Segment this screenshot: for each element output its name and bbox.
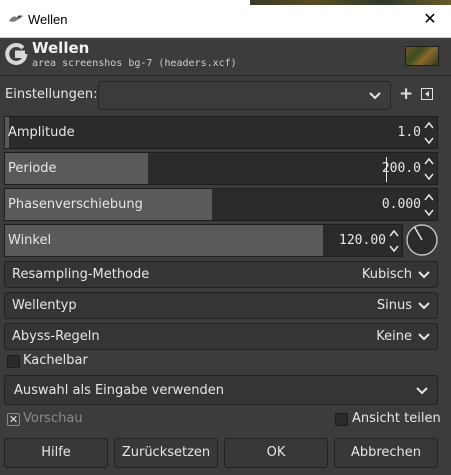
- resampling-method-label: Resampling-Methode: [12, 267, 150, 282]
- phase-shift-label: Phasenverschiebung: [8, 197, 143, 212]
- angle-fill: [5, 225, 323, 256]
- abyss-policy-label: Abyss-Regeln: [12, 329, 100, 344]
- plugin-subtitle: area screenshos bg-7 (headers.xcf): [32, 58, 237, 69]
- resampling-method-combo[interactable]: Resampling-Methode Kubisch: [4, 261, 438, 288]
- amplitude-value[interactable]: 1.0: [398, 125, 421, 140]
- image-thumbnail: [405, 46, 439, 66]
- phase-shift-spinscale[interactable]: Phasenverschiebung 0.000: [4, 188, 438, 221]
- period-value[interactable]: 200.0: [382, 161, 421, 176]
- wave-type-label: Wellentyp: [12, 298, 77, 313]
- wave-type-value: Sinus: [376, 298, 412, 313]
- gimp-wilber-icon: [9, 15, 23, 22]
- phase-shift-value[interactable]: 0.000: [382, 197, 421, 212]
- presets-label: Einstellungen:: [5, 87, 98, 102]
- presets-combo[interactable]: [98, 81, 391, 110]
- plus-icon[interactable]: +: [399, 86, 413, 103]
- window-titlebar: Wellen ✕: [0, 0, 451, 38]
- resampling-method-value: Kubisch: [361, 267, 412, 282]
- preview-checkbox[interactable]: ✕: [7, 413, 20, 426]
- abyss-policy-value: Keine: [376, 329, 412, 344]
- tileable-checkbox[interactable]: [7, 355, 20, 368]
- period-label: Periode: [8, 161, 57, 176]
- abyss-policy-combo[interactable]: Abyss-Regeln Keine: [4, 323, 438, 350]
- cancel-button[interactable]: Abbrechen: [334, 438, 438, 468]
- chevron-down-icon: [416, 387, 428, 395]
- header-separator: [0, 75, 451, 76]
- split-view-label: Ansicht teilen: [352, 411, 441, 426]
- period-spinscale[interactable]: Periode 200.0: [4, 152, 438, 185]
- window-title: Wellen: [28, 12, 68, 27]
- menu-icon[interactable]: [421, 88, 433, 100]
- preview-label: Vorschau: [23, 411, 83, 426]
- plugin-title: Wellen: [32, 39, 90, 57]
- angle-value[interactable]: 120.00: [339, 233, 386, 248]
- amplitude-label: Amplitude: [8, 125, 75, 140]
- chevron-down-icon: [369, 92, 381, 100]
- tileable-label: Kachelbar: [23, 353, 88, 368]
- ok-button[interactable]: OK: [224, 438, 328, 468]
- angle-label: Winkel: [8, 233, 52, 248]
- phase-shift-stepper[interactable]: [423, 191, 435, 219]
- gimp-g-icon: [5, 42, 28, 65]
- amplitude-spinscale[interactable]: Amplitude 1.0: [4, 116, 438, 149]
- angle-stepper[interactable]: [388, 227, 400, 255]
- reset-button[interactable]: Zurücksetzen: [114, 438, 218, 468]
- help-button[interactable]: Hilfe: [4, 438, 108, 468]
- background-strip: [250, 0, 451, 5]
- period-stepper[interactable]: [423, 155, 435, 183]
- amplitude-stepper[interactable]: [423, 119, 435, 147]
- selection-input-label: Auswahl als Eingabe verwenden: [14, 383, 225, 398]
- close-button[interactable]: ✕: [417, 6, 443, 32]
- selection-input-combo[interactable]: Auswahl als Eingabe verwenden: [4, 375, 438, 405]
- chevron-down-icon: [418, 333, 430, 341]
- chevron-down-icon: [418, 271, 430, 279]
- angle-spinscale[interactable]: Winkel 120.00: [4, 224, 403, 257]
- split-view-checkbox[interactable]: [335, 413, 348, 426]
- chevron-down-icon: [418, 302, 430, 310]
- angle-dial-icon[interactable]: [405, 223, 439, 257]
- wave-type-combo[interactable]: Wellentyp Sinus: [4, 292, 438, 319]
